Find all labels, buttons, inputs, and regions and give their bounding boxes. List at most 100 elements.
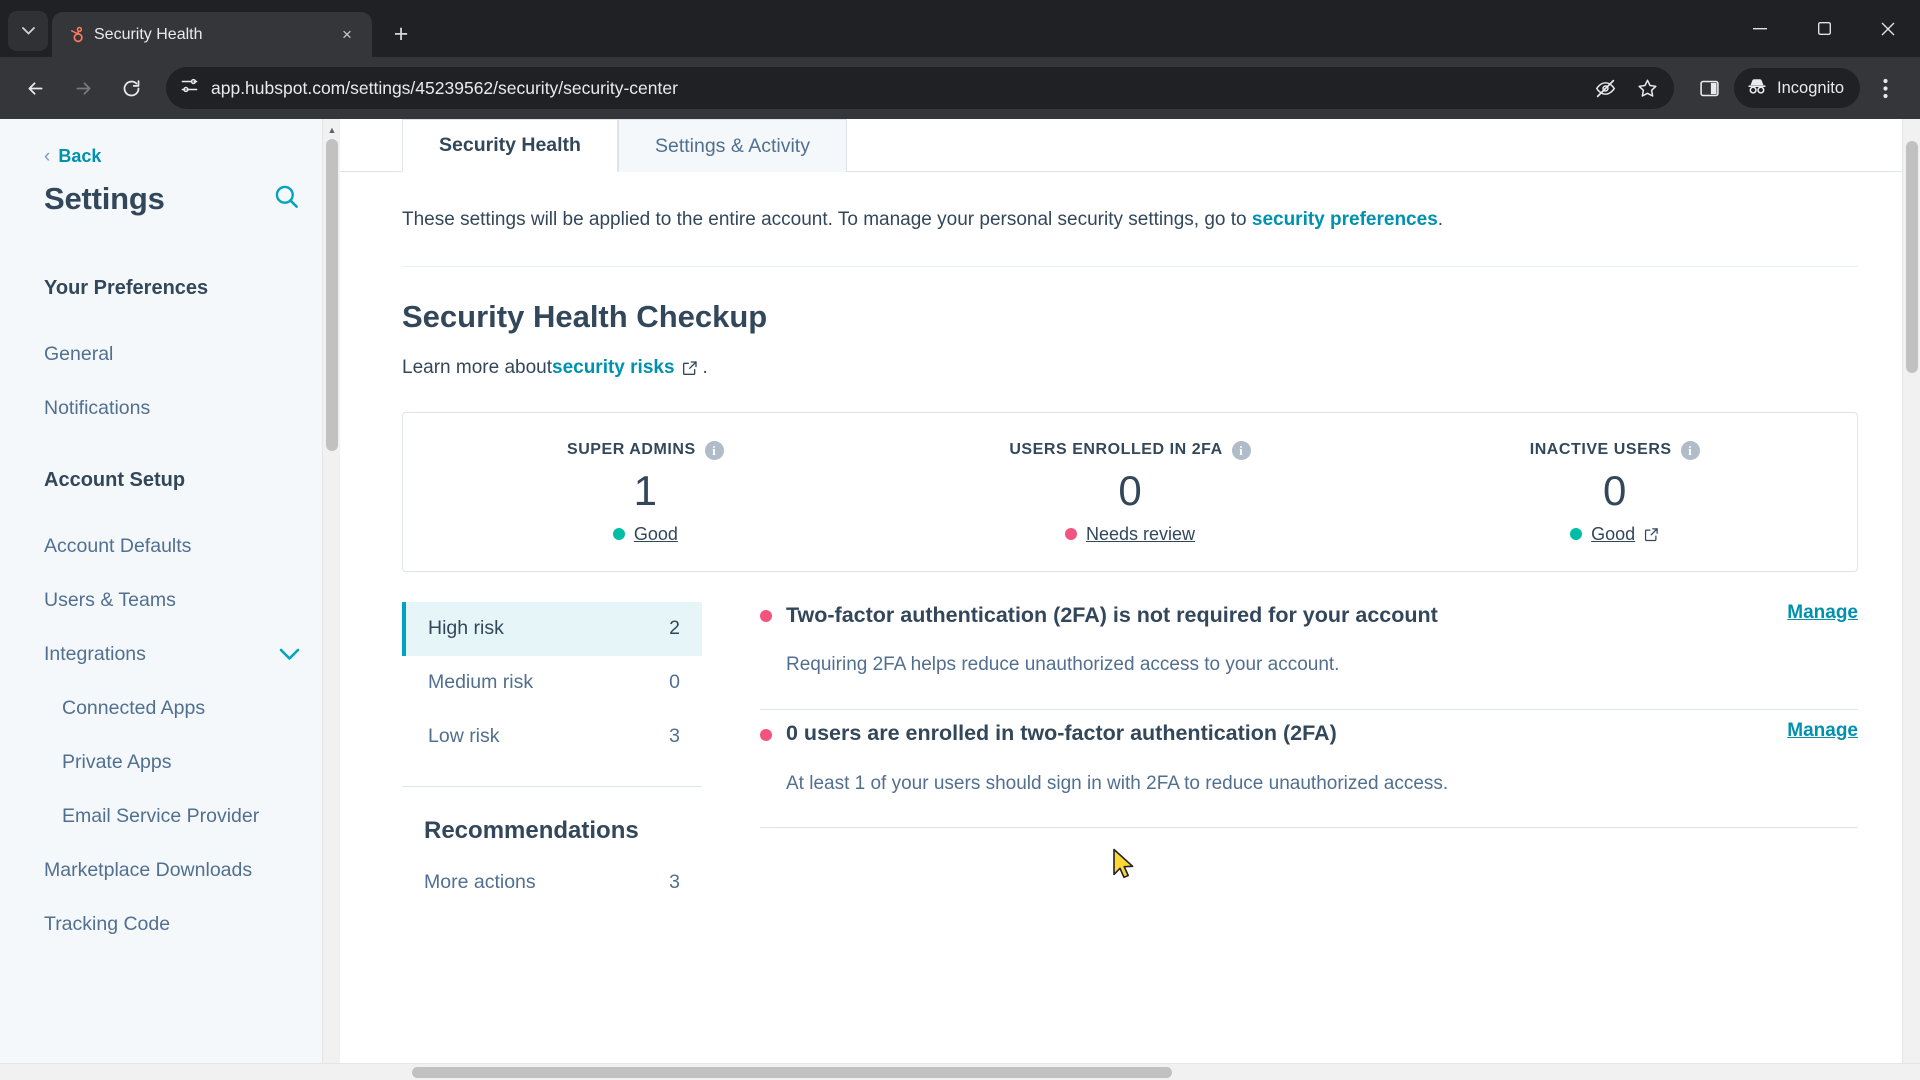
stat-card: SUPER ADMINS i 1 Good	[403, 413, 888, 571]
sidebar-header: Settings	[0, 181, 340, 217]
address-bar[interactable]: app.hubspot.com/settings/45239562/securi…	[166, 67, 1675, 109]
site-settings-icon[interactable]	[180, 76, 199, 100]
risk-detail-divider	[760, 708, 1858, 710]
risk-detail-description: Requiring 2FA helps reduce unauthorized …	[786, 654, 1340, 676]
stat-card: INACTIVE USERS i 0 Good	[1372, 413, 1857, 571]
sidebar-back-link[interactable]: ‹ Back	[0, 143, 340, 169]
scroll-up-icon[interactable]: ▲	[323, 121, 340, 139]
sidebar-item-private-apps[interactable]: Private Apps	[0, 735, 340, 789]
sidebar-item-tracking-code[interactable]: Tracking Code	[0, 897, 340, 951]
sidebar-item-email-service-provider[interactable]: Email Service Provider	[0, 789, 340, 843]
sidebar-item-marketplace-downloads[interactable]: Marketplace Downloads	[0, 843, 340, 897]
browser-toolbar: app.hubspot.com/settings/45239562/securi…	[0, 57, 1920, 119]
omnibox-actions	[1586, 69, 1666, 107]
sidebar-item-connected-apps[interactable]: Connected Apps	[0, 681, 340, 735]
incognito-icon	[1746, 75, 1768, 102]
back-icon[interactable]	[14, 67, 56, 109]
minimize-window-button[interactable]	[1728, 0, 1792, 57]
recommendation-count: 3	[669, 871, 680, 893]
intro-text: These settings will be applied to the en…	[340, 172, 1920, 235]
manage-button[interactable]: Manage	[1787, 602, 1858, 624]
stat-card-label-text: INACTIVE USERS	[1529, 441, 1672, 458]
status-link[interactable]: Good	[1591, 524, 1635, 545]
sidebar-item-label: Users & Teams	[44, 588, 176, 611]
info-icon[interactable]: i	[704, 440, 724, 460]
sidebar-item-account-defaults[interactable]: Account Defaults	[0, 519, 340, 573]
sidebar-item-label: Integrations	[44, 642, 146, 665]
risk-detail-header: Two-factor authentication (2FA) is not r…	[760, 602, 1858, 630]
status-dot	[1064, 528, 1077, 540]
maximize-window-button[interactable]	[1792, 0, 1856, 57]
close-tab-icon[interactable]: ×	[334, 22, 360, 48]
risk-severity-dot	[760, 728, 772, 741]
bookmark-star-icon[interactable]	[1628, 69, 1666, 107]
sidebar-scroll-thumb[interactable]	[326, 139, 338, 451]
stat-card-label-text: USERS ENROLLED IN 2FA	[1009, 441, 1223, 458]
browser-tab[interactable]: Security Health ×	[52, 12, 372, 57]
new-tab-button[interactable]: +	[382, 15, 420, 53]
stat-card-label: SUPER ADMINS i	[413, 440, 878, 460]
risk-filter-count: 2	[669, 617, 680, 639]
risk-detail-header: 0 users are enrolled in two-factor authe…	[760, 720, 1858, 748]
tracking-protection-icon[interactable]	[1586, 69, 1624, 107]
window-controls	[1728, 0, 1920, 57]
browser-menu-icon[interactable]	[1864, 67, 1906, 109]
risk-filter-label: High risk	[428, 617, 504, 639]
stat-card-status: Good	[1382, 524, 1847, 545]
external-link-icon[interactable]	[1644, 527, 1659, 542]
sidebar-item-users-teams[interactable]: Users & Teams	[0, 573, 340, 627]
stat-card-status: Needs review	[898, 524, 1363, 545]
chevron-down-icon[interactable]	[279, 648, 300, 661]
risk-detail-list: Two-factor authentication (2FA) is not r…	[702, 602, 1858, 911]
intro-suffix: .	[1437, 209, 1444, 230]
tab-search-button[interactable]	[8, 11, 48, 51]
sidebar-item-integrations[interactable]: Integrations	[0, 627, 340, 681]
hubspot-sprocket-icon	[64, 25, 84, 45]
status-link[interactable]: Needs review	[1086, 524, 1195, 545]
risk-detail-title: Two-factor authentication (2FA) is not r…	[760, 602, 1438, 630]
stat-card-label: USERS ENROLLED IN 2FA i	[898, 440, 1363, 460]
close-window-button[interactable]	[1856, 0, 1920, 57]
stat-card-value: 0	[1118, 466, 1142, 514]
sidebar-item-notifications[interactable]: Notifications	[0, 381, 340, 435]
info-icon[interactable]: i	[1680, 440, 1700, 460]
risk-detail-title: 0 users are enrolled in two-factor authe…	[760, 720, 1337, 748]
stat-card-label-text: SUPER ADMINS	[566, 441, 696, 458]
side-panel-icon[interactable]	[1688, 67, 1730, 109]
search-icon[interactable]	[273, 183, 300, 215]
page-scrollbar[interactable]	[1902, 119, 1920, 1080]
sidebar-scrollbar[interactable]: ▲ ▼	[322, 119, 340, 1080]
horizontal-scroll-thumb[interactable]	[412, 1067, 1172, 1078]
recommendation-item[interactable]: More actions 3	[402, 855, 702, 911]
security-preferences-link[interactable]: security preferences	[1252, 209, 1438, 230]
incognito-indicator[interactable]: Incognito	[1734, 68, 1860, 108]
reload-icon[interactable]	[110, 67, 152, 109]
risk-detail-title-text: Two-factor authentication (2FA) is not r…	[786, 602, 1438, 627]
risk-detail-description: At least 1 of your users should sign in …	[786, 772, 1449, 794]
horizontal-scrollbar[interactable]	[0, 1063, 1920, 1080]
tab-security-health[interactable]: Security Health	[402, 119, 618, 172]
info-icon[interactable]: i	[1231, 440, 1251, 460]
tab-settings-activity[interactable]: Settings & Activity	[617, 119, 847, 172]
sidebar-item-label: Private Apps	[62, 750, 172, 773]
stat-card: USERS ENROLLED IN 2FA i 0 Needs review	[888, 413, 1373, 571]
sidebar-nav: Your Preferences General Notifications Acco…	[0, 277, 340, 951]
page-body: ‹ Back Settings Your Preferences General N…	[0, 119, 1920, 1080]
stat-card-value: 0	[1603, 466, 1627, 514]
back-label: Back	[58, 145, 102, 166]
risk-filter-count: 0	[669, 671, 680, 693]
recommendations-title: Recommendations	[424, 816, 639, 844]
risk-filter-medium-risk[interactable]: Medium risk 0	[402, 656, 702, 710]
status-dot	[1570, 528, 1583, 540]
sidebar-item-general[interactable]: General	[0, 327, 340, 381]
external-link-icon	[682, 360, 698, 376]
risk-filter-high-risk[interactable]: High risk 2	[402, 601, 702, 656]
toolbar-right-actions: Incognito	[1688, 67, 1906, 109]
manage-button[interactable]: Manage	[1787, 720, 1858, 742]
page-scroll-thumb[interactable]	[1906, 141, 1918, 373]
risk-filter-low-risk[interactable]: Low risk 3	[402, 710, 702, 764]
security-risks-link[interactable]: security risks	[552, 357, 675, 379]
status-link[interactable]: Good	[634, 524, 678, 545]
sidebar-item-label: Connected Apps	[62, 696, 206, 719]
